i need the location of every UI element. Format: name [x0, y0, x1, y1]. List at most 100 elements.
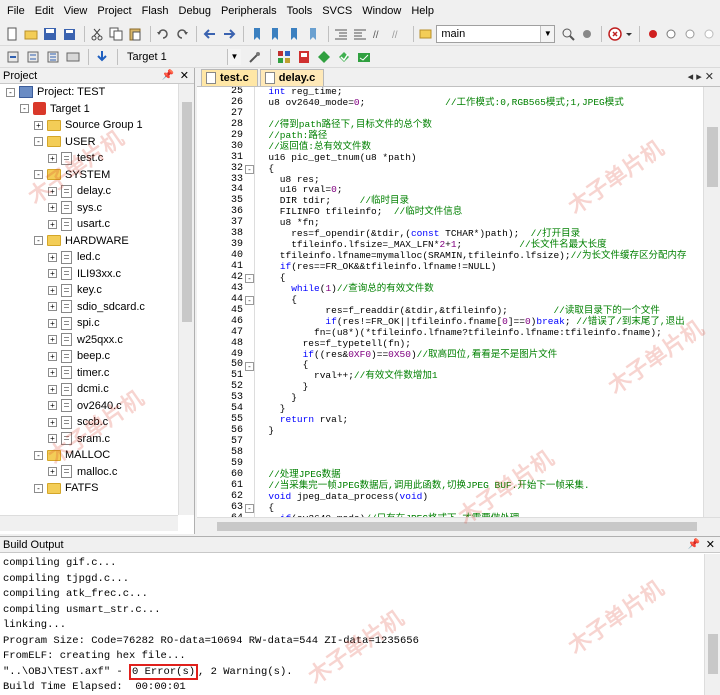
project-tree-hscrollbar[interactable]: [0, 515, 178, 531]
code-area[interactable]: int reg_time; u8 ov2640_mode=0; //工作模式:0…: [257, 87, 703, 517]
tree-item[interactable]: + key.c: [0, 282, 178, 299]
fold-toggle-icon[interactable]: -: [245, 164, 254, 174]
expand-icon[interactable]: +: [48, 285, 57, 295]
tree-item[interactable]: + spi.c: [0, 315, 178, 332]
expand-icon[interactable]: +: [48, 269, 57, 279]
expand-icon[interactable]: +: [48, 186, 57, 196]
comment-icon[interactable]: //: [371, 25, 388, 43]
collapse-icon[interactable]: -: [34, 236, 43, 246]
tree-item[interactable]: - Project: TEST: [0, 84, 178, 101]
save-icon[interactable]: [42, 25, 59, 43]
indent-icon[interactable]: [333, 25, 350, 43]
file-extensions-icon[interactable]: [295, 48, 313, 66]
pin-icon[interactable]: 📌: [688, 537, 700, 553]
debug-start-icon[interactable]: [606, 25, 623, 43]
disable-breakpoint-icon[interactable]: [682, 25, 699, 43]
expand-icon[interactable]: +: [48, 335, 57, 345]
menu-window[interactable]: Window: [357, 0, 406, 22]
tab-test-c[interactable]: test.c: [201, 69, 258, 86]
menu-svcs[interactable]: SVCS: [317, 0, 357, 22]
menu-view[interactable]: View: [59, 0, 93, 22]
bookmark-icon[interactable]: [248, 25, 265, 43]
expand-icon[interactable]: +: [48, 252, 57, 262]
tree-item[interactable]: + Source Group 1: [0, 117, 178, 134]
close-icon[interactable]: ✕: [180, 68, 189, 84]
pin-icon[interactable]: 📌: [162, 68, 174, 84]
clear-bookmarks-icon[interactable]: [305, 25, 322, 43]
tree-item[interactable]: - HARDWARE: [0, 233, 178, 250]
find-combo[interactable]: main ▼: [436, 24, 556, 43]
project-tree-scrollbar[interactable]: [178, 84, 194, 515]
target-combo[interactable]: Target 1 ▼: [122, 47, 242, 66]
tree-item[interactable]: + usart.c: [0, 216, 178, 233]
select-packs-icon[interactable]: [335, 48, 353, 66]
build-icon[interactable]: [24, 48, 42, 66]
tree-item[interactable]: + dcmi.c: [0, 381, 178, 398]
menu-help[interactable]: Help: [406, 0, 439, 22]
tree-item[interactable]: + ov2640.c: [0, 398, 178, 415]
menu-project[interactable]: Project: [92, 0, 136, 22]
translate-icon[interactable]: [4, 48, 22, 66]
collapse-icon[interactable]: -: [34, 450, 43, 460]
tree-item[interactable]: - SYSTEM: [0, 167, 178, 184]
build-output-scrollbar[interactable]: [704, 554, 720, 695]
expand-icon[interactable]: +: [48, 368, 57, 378]
editor-window-controls[interactable]: ◂ ▸ ✕: [688, 70, 714, 83]
tree-item[interactable]: - MALLOC: [0, 447, 178, 464]
tree-item[interactable]: + sys.c: [0, 200, 178, 217]
expand-icon[interactable]: +: [48, 467, 57, 477]
tree-item[interactable]: + sdio_sdcard.c: [0, 299, 178, 316]
expand-icon[interactable]: +: [48, 417, 57, 427]
tree-item[interactable]: + timer.c: [0, 365, 178, 382]
expand-icon[interactable]: +: [48, 203, 57, 213]
expand-icon[interactable]: +: [48, 434, 57, 444]
expand-icon[interactable]: +: [48, 302, 57, 312]
paste-icon[interactable]: [127, 25, 144, 43]
tree-item[interactable]: + beep.c: [0, 348, 178, 365]
menu-file[interactable]: File: [2, 0, 30, 22]
expand-icon[interactable]: +: [48, 219, 57, 229]
fold-toggle-icon[interactable]: -: [245, 504, 254, 514]
tree-item[interactable]: - Target 1: [0, 101, 178, 118]
tree-item[interactable]: + w25qxx.c: [0, 332, 178, 349]
chevron-down-icon[interactable]: ▼: [227, 48, 241, 65]
menu-peripherals[interactable]: Peripherals: [216, 0, 282, 22]
collapse-icon[interactable]: -: [34, 483, 43, 493]
menu-edit[interactable]: Edit: [30, 0, 59, 22]
prev-bookmark-icon[interactable]: [267, 25, 284, 43]
incremental-find-icon[interactable]: [559, 25, 576, 43]
tree-item[interactable]: - FATFS: [0, 480, 178, 497]
collapse-icon[interactable]: -: [34, 137, 43, 147]
editor-vscrollbar[interactable]: [703, 87, 720, 517]
expand-icon[interactable]: +: [48, 384, 57, 394]
build-output-text[interactable]: compiling gif.c... compiling tjpgd.c... …: [0, 554, 704, 695]
collapse-icon[interactable]: -: [34, 170, 43, 180]
tree-item[interactable]: + sram.c: [0, 431, 178, 448]
menu-tools[interactable]: Tools: [282, 0, 318, 22]
copy-icon[interactable]: [108, 25, 125, 43]
tab-delay-c[interactable]: delay.c: [259, 69, 325, 86]
undo-icon[interactable]: [154, 25, 171, 43]
pack-installer-icon[interactable]: [315, 48, 333, 66]
collapse-icon[interactable]: -: [6, 87, 15, 97]
batch-build-icon[interactable]: [64, 48, 82, 66]
debug-dropdown-icon[interactable]: [625, 25, 633, 43]
expand-icon[interactable]: +: [34, 120, 43, 130]
tree-item[interactable]: + test.c: [0, 150, 178, 167]
find-in-files-icon[interactable]: [417, 25, 434, 43]
tree-item[interactable]: + delay.c: [0, 183, 178, 200]
expand-icon[interactable]: +: [48, 153, 57, 163]
debug-settings-icon[interactable]: [578, 25, 595, 43]
close-icon[interactable]: ✕: [706, 537, 715, 553]
fold-toggle-icon[interactable]: -: [245, 296, 254, 306]
fold-toggle-icon[interactable]: -: [245, 274, 254, 284]
fold-toggle-icon[interactable]: -: [245, 361, 254, 371]
chevron-down-icon[interactable]: ▼: [540, 25, 555, 42]
editor-hscrollbar[interactable]: [197, 517, 720, 534]
tree-item[interactable]: + sccb.c: [0, 414, 178, 431]
collapse-icon[interactable]: -: [20, 104, 29, 114]
tree-item[interactable]: - USER: [0, 134, 178, 151]
tree-item[interactable]: + ILI93xx.c: [0, 266, 178, 283]
expand-icon[interactable]: +: [48, 318, 57, 328]
expand-icon[interactable]: +: [48, 401, 57, 411]
